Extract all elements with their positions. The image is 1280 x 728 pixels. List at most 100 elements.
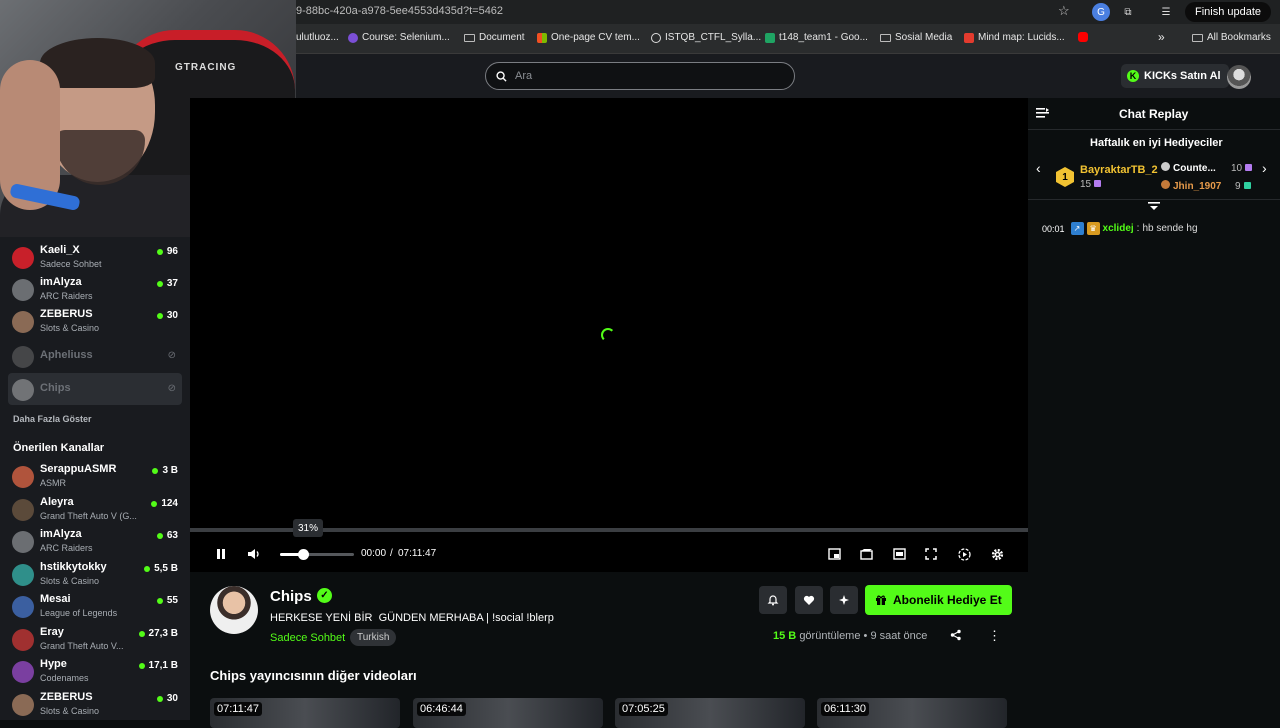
settings-button[interactable] (989, 546, 1005, 562)
channel-name: Eray (40, 626, 64, 638)
volume-handle[interactable] (297, 549, 309, 560)
sidebar-channel-chips[interactable]: Chips ⊘ (8, 373, 182, 405)
address-bar[interactable]: 9-88bc-420a-a978-5ee4553d435d?t=5462 (296, 5, 503, 17)
sidebar-channel-apheliuss[interactable]: Apheliuss ⊘ (8, 340, 182, 372)
gifter-name[interactable]: Jhin_1907 (1161, 180, 1221, 192)
gifter-name[interactable]: Counte... (1161, 162, 1216, 174)
gift-subscription-button[interactable]: Abonelik Hediye Et (865, 585, 1012, 615)
collapse-chat-icon[interactable] (1036, 107, 1050, 122)
bookmark-star-icon[interactable]: ☆ (1058, 4, 1072, 18)
bookmark-item[interactable]: t148_team1 - Goo... (765, 32, 868, 43)
course-icon (348, 32, 358, 43)
channel-info: Chips ✓ HERKESE YENİ BİR GÜNDEN MERHABA … (190, 572, 1028, 728)
channel-name: Aleyra (40, 496, 74, 508)
volume-slider[interactable] (280, 549, 354, 560)
pinned-filter-icon[interactable] (1148, 202, 1160, 215)
offline-icon: ⊘ (167, 383, 176, 394)
sidebar-channel-eray[interactable]: Eray Grand Theft Auto V... 27,3 B (8, 623, 182, 655)
video-thumbnail[interactable]: 07:05:25 (615, 698, 805, 728)
channel-name: imAlyza (40, 528, 82, 540)
channel-name[interactable]: Chips (270, 588, 312, 605)
profile-icon[interactable]: ☰ (1157, 3, 1175, 21)
fullscreen-button[interactable] (923, 546, 939, 562)
sidebar-channel-mesai[interactable]: Mesai League of Legends 55 (8, 590, 182, 622)
clip-icon (859, 549, 873, 560)
translate-extension-icon[interactable]: G (1092, 3, 1110, 21)
bookmark-item[interactable]: Document (464, 32, 525, 43)
playback-speed-button[interactable] (956, 546, 972, 562)
message-colon: : (1136, 223, 1140, 234)
finish-update-button[interactable]: Finish update (1185, 2, 1272, 22)
sidebar-channel-serappuasmr[interactable]: SerappuASMR ASMR 3 B (8, 460, 182, 492)
viewer-count-value: 3 B (162, 465, 178, 476)
sparkle-button[interactable] (830, 586, 858, 614)
more-options-icon[interactable]: ⋮ (988, 628, 1001, 644)
viewer-count: 96 (156, 246, 178, 257)
sidebar-channel-imalyza[interactable]: imAlyza ARC Raiders 37 (8, 273, 182, 305)
user-avatar[interactable] (1227, 65, 1251, 89)
live-dot-icon (156, 280, 163, 287)
channel-avatar[interactable] (210, 586, 258, 634)
sidebar-channel-hstikkytokky[interactable]: hstikkytokky Slots & Casino 5,5 B (8, 558, 182, 590)
sidebar-channel-zeberus[interactable]: ZEBERUS Slots & Casino 30 (8, 688, 182, 720)
stream-title: HERKESE YENİ BİR GÜNDEN MERHABA | !socia… (270, 612, 554, 624)
video-duration: 06:46:44 (417, 702, 466, 716)
sidebar-channel-kaeli-x[interactable]: Kaeli_X Sadece Sohbet 96 (8, 241, 182, 273)
sidebar-channel-zeberus[interactable]: ZEBERUS Slots & Casino 30 (8, 305, 182, 337)
buy-kicks-button[interactable]: K KICKs Satın Al (1121, 64, 1229, 88)
chevron-left-icon[interactable]: ‹ (1036, 160, 1041, 176)
all-bookmarks-button[interactable]: All Bookmarks (1192, 32, 1271, 43)
bookmark-label: t148_team1 - Goo... (779, 32, 868, 43)
video-thumbnail[interactable]: 06:11:30 (817, 698, 1007, 728)
gifter-name[interactable]: BayraktarTB_2 (1080, 164, 1158, 176)
channel-category: ARC Raiders (40, 543, 93, 553)
viewer-count-value: 27,3 B (148, 628, 178, 639)
youtube-icon (1078, 32, 1088, 42)
views-label: görüntüleme (799, 630, 861, 642)
category-link[interactable]: Sadece Sohbet (270, 632, 345, 644)
video-thumbnail[interactable]: 06:46:44 (413, 698, 603, 728)
more-bookmarks-button[interactable]: » (1158, 30, 1165, 44)
sidebar-channel-hype[interactable]: Hype Codenames 17,1 B (8, 655, 182, 687)
bookmark-item[interactable]: Course: Selenium... (348, 32, 450, 43)
follow-button[interactable] (795, 586, 823, 614)
show-more-link[interactable]: Daha Fazla Göster (13, 414, 92, 424)
sidebar-channel-aleyra[interactable]: Aleyra Grand Theft Auto V (G... 124 (8, 493, 182, 525)
bookmark-item[interactable]: Sosial Media (880, 32, 952, 43)
notification-bell-button[interactable] (759, 586, 787, 614)
bookmark-item[interactable]: ISTQB_CTFL_Sylla... (651, 32, 761, 43)
sidebar-channel-imalyza[interactable]: imAlyza ARC Raiders 63 (8, 525, 182, 557)
search-input[interactable]: Ara (485, 62, 795, 90)
avatar (12, 661, 34, 683)
clip-button[interactable] (858, 546, 874, 562)
bookmark-item[interactable] (1078, 32, 1088, 42)
extensions-icon[interactable]: ⧉ (1119, 3, 1137, 21)
avatar (12, 564, 34, 586)
bookmark-label: ulutluoz... (296, 32, 339, 43)
bookmark-label: Course: Selenium... (362, 32, 450, 43)
theater-mode-button[interactable] (891, 546, 907, 562)
viewer-count-value: 37 (166, 278, 178, 289)
channel-name: ZEBERUS (40, 691, 93, 703)
message-username[interactable]: xclidej (1103, 223, 1134, 234)
bookmark-item[interactable]: Mind map: Lucids... (964, 32, 1065, 43)
microsoft-icon (537, 32, 547, 43)
gifter-count: 10 (1231, 163, 1253, 174)
channel-category: ARC Raiders (40, 291, 93, 301)
miniplayer-button[interactable] (826, 546, 842, 562)
pause-button[interactable] (213, 546, 229, 562)
video-thumbnail[interactable]: 07:11:47 (210, 698, 400, 728)
avatar (12, 596, 34, 618)
theater-icon (892, 548, 906, 560)
bookmark-item[interactable]: One-page CV tem... (537, 32, 640, 43)
live-dot-icon (151, 500, 158, 507)
folder-icon (464, 33, 475, 42)
video-player[interactable]: 31% 00:00 / 07:11:47 (190, 98, 1028, 572)
share-icon[interactable] (950, 629, 962, 644)
channel-name: Kaeli_X (40, 244, 80, 256)
chevron-right-icon[interactable]: › (1262, 160, 1267, 176)
bookmark-item[interactable]: ulutluoz... (296, 32, 339, 43)
volume-button[interactable] (246, 546, 262, 562)
viewer-count: 27,3 B (138, 628, 178, 639)
language-tag[interactable]: Turkish (350, 629, 397, 646)
